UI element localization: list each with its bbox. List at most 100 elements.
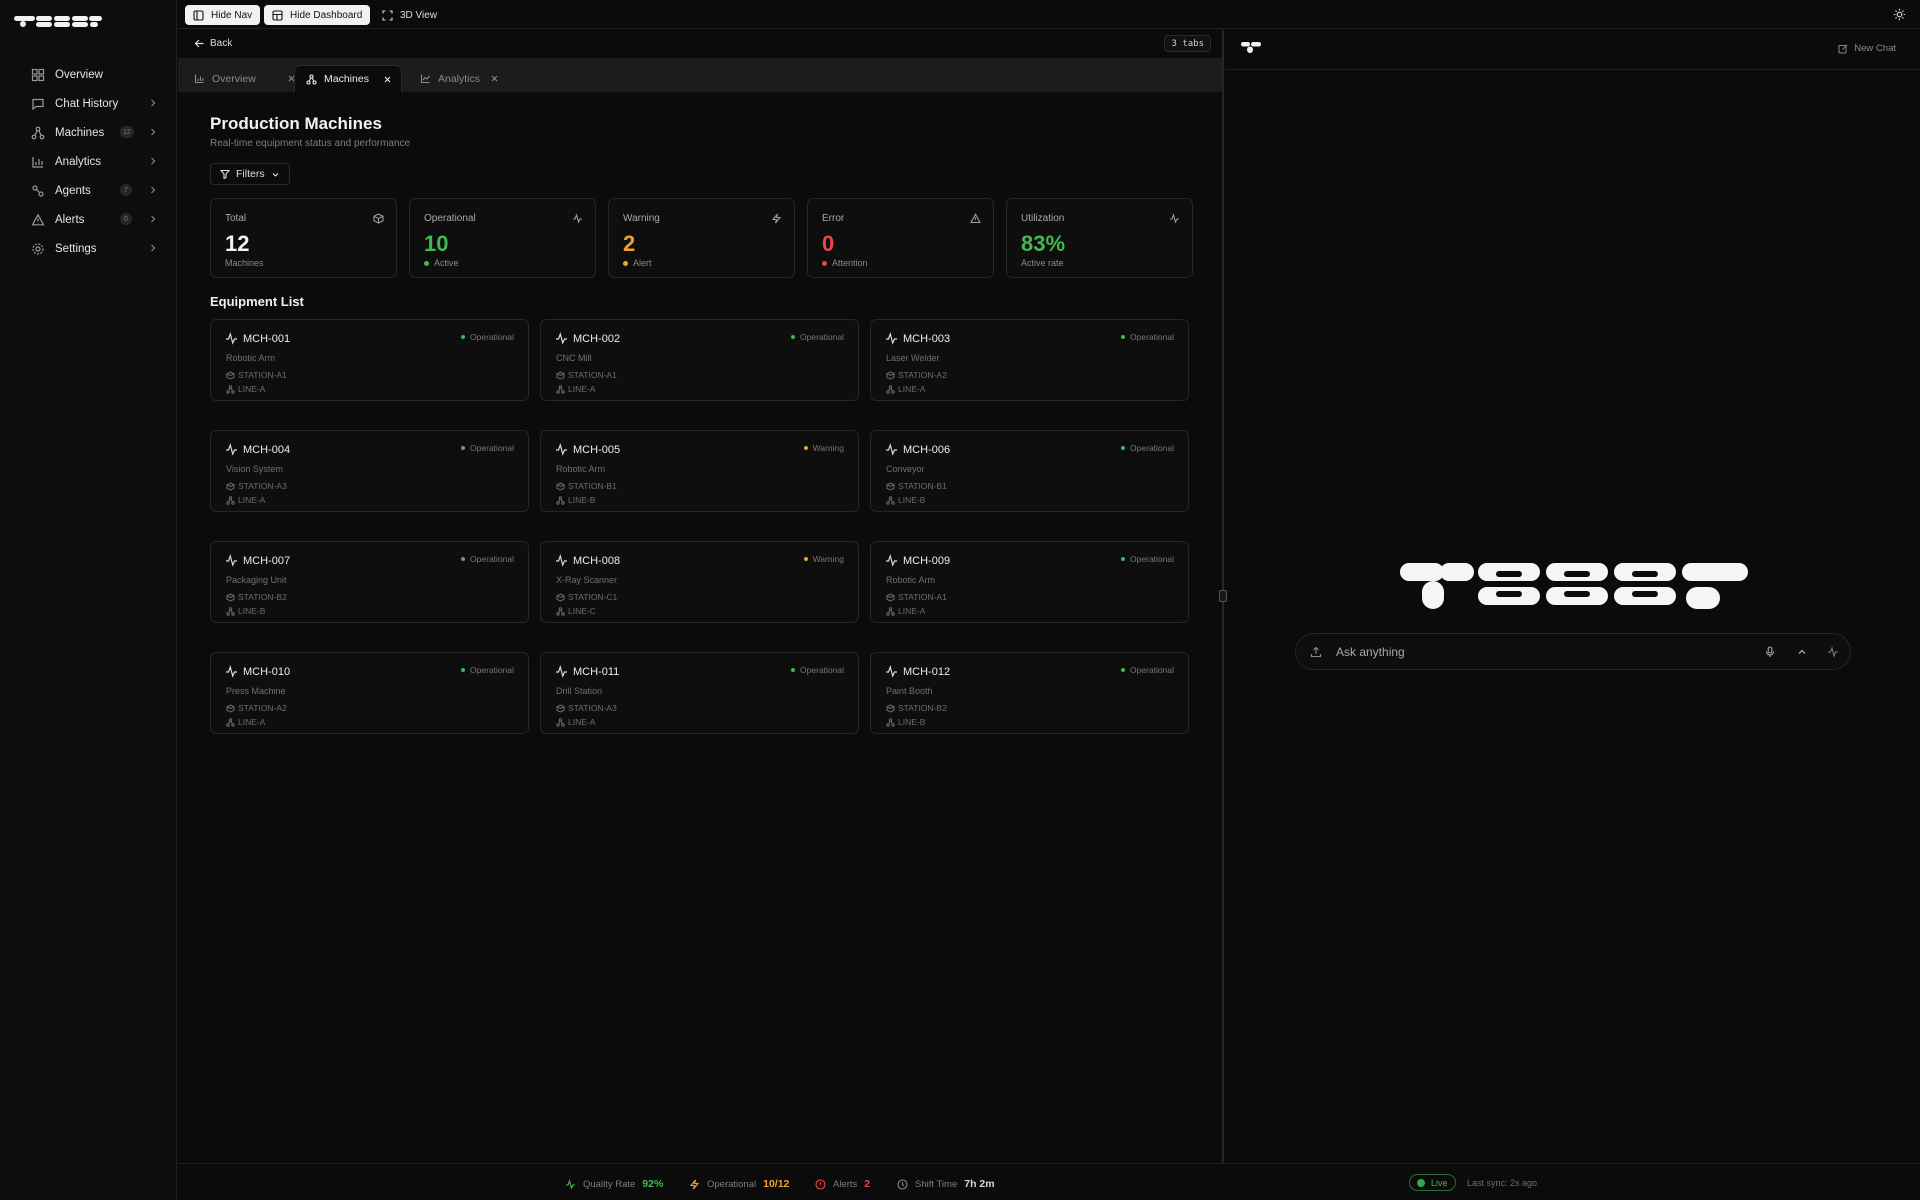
sidebar-item-alerts[interactable]: Alerts 0	[22, 205, 162, 234]
tab-overview[interactable]: Overview	[194, 65, 296, 92]
status-text: Operational	[1130, 332, 1174, 342]
cube-icon	[226, 592, 235, 602]
back-label: Back	[210, 38, 233, 49]
status-badge: Operational	[1121, 332, 1174, 342]
status-badge: Operational	[461, 665, 514, 675]
grid-icon	[31, 68, 45, 81]
machine-station: STATION-A1	[886, 592, 947, 602]
line-text: LINE-A	[568, 384, 596, 394]
station-text: STATION-A2	[238, 703, 287, 713]
brand-logo-large	[1400, 563, 1748, 611]
sidebar-item-machines[interactable]: Machines 12	[22, 118, 162, 147]
station-text: STATION-B2	[238, 592, 287, 602]
back-button[interactable]: Back	[194, 38, 232, 49]
network-icon	[886, 384, 895, 394]
sidebar-nav: Overview Chat History Machines 12 Analyt…	[22, 60, 162, 263]
status-badge: Operational	[1121, 554, 1174, 564]
machine-card[interactable]: MCH-012 Operational Paint Booth STATION-B2 L…	[870, 652, 1189, 734]
machine-id: MCH-007	[243, 555, 291, 567]
upload-icon[interactable]	[1310, 646, 1322, 658]
machine-card[interactable]: MCH-008 Warning X-Ray Scanner STATION-C1 LIN…	[540, 541, 859, 623]
machine-type: Press Machine	[226, 686, 286, 696]
gear-icon	[32, 242, 44, 255]
machine-card[interactable]: MCH-006 Operational Conveyor STATION-B1 LINE…	[870, 430, 1189, 512]
chat-input[interactable]	[1336, 643, 1736, 661]
machine-card[interactable]: MCH-004 Operational Vision System STATION-A…	[210, 430, 529, 512]
close-icon[interactable]	[383, 75, 392, 84]
network-icon	[556, 384, 565, 394]
machine-card[interactable]: MCH-011 Operational Drill Station STATION-A…	[540, 652, 859, 734]
filters-button[interactable]: Filters	[210, 163, 290, 185]
status-text: Operational	[1130, 554, 1174, 564]
live-dot	[1417, 1178, 1425, 1187]
stat-card-total: Total 12 Machines	[210, 198, 397, 278]
machine-id: MCH-009	[903, 555, 951, 567]
network-icon	[226, 606, 235, 616]
status-badge: Operational	[791, 332, 844, 342]
chevron-right-icon	[151, 215, 156, 223]
close-icon[interactable]	[490, 74, 499, 83]
new-chat-button[interactable]: New Chat	[1838, 43, 1896, 54]
cube-icon	[556, 703, 565, 713]
status-dot	[822, 260, 827, 266]
line-chart-icon	[420, 74, 430, 84]
machine-id: MCH-006	[903, 444, 951, 456]
hide-nav-button[interactable]: Hide Nav	[185, 5, 261, 25]
sun-icon[interactable]	[1893, 8, 1906, 21]
stat-value: 83%	[1021, 231, 1066, 256]
station-text: STATION-A3	[568, 703, 617, 713]
cube-icon	[226, 370, 235, 380]
stat-value: 12	[225, 231, 250, 256]
chevron-right-icon	[151, 186, 156, 194]
machine-id: MCH-012	[903, 666, 951, 678]
machine-card[interactable]: MCH-005 Warning Robotic Arm STATION-B1 LINE-…	[540, 430, 859, 512]
top-toolbar: Hide Nav Hide Dashboard 3D View	[178, 0, 1920, 29]
brand-logo[interactable]	[14, 15, 102, 29]
3d-view-button[interactable]: 3D View	[374, 5, 445, 25]
machine-id: MCH-010	[243, 666, 291, 678]
machine-card[interactable]: MCH-009 Operational Robotic Arm STATION-A1 L…	[870, 541, 1189, 623]
machine-card[interactable]: MCH-003 Operational Laser Welder STATION-A2…	[870, 319, 1189, 401]
machine-card[interactable]: MCH-002 Operational CNC Mill STATION-A1 LINE…	[540, 319, 859, 401]
edit-icon	[1838, 44, 1848, 53]
tab-machines[interactable]: Machines	[294, 65, 402, 92]
machine-line: LINE-A	[886, 606, 925, 616]
machine-type: Conveyor	[886, 464, 925, 474]
filters-label: Filters	[236, 168, 265, 180]
network-icon	[886, 717, 895, 727]
sidebar-item-agents[interactable]: Agents 7	[22, 176, 162, 205]
sidebar-item-chat-history[interactable]: Chat History	[22, 89, 162, 118]
chevron-up-icon[interactable]	[1796, 646, 1808, 658]
count-badge: 7	[120, 184, 132, 196]
stat-value: 0	[822, 231, 835, 256]
activity-icon[interactable]	[1827, 646, 1839, 658]
microphone-icon[interactable]	[1764, 646, 1776, 658]
bar-chart-icon	[32, 156, 43, 168]
operational-label: Operational	[707, 1178, 757, 1190]
stat-caption-text: Active	[434, 258, 459, 268]
stat-value: 2	[623, 231, 636, 256]
cube-icon	[556, 592, 565, 602]
machine-station: STATION-B1	[556, 481, 617, 491]
machine-card[interactable]: MCH-001 Operational Robotic Arm STATION-A1 L…	[210, 319, 529, 401]
status-dot	[424, 260, 429, 266]
sidebar-item-settings[interactable]: Settings	[22, 234, 162, 263]
cube-icon	[556, 370, 565, 380]
hide-dashboard-button[interactable]: Hide Dashboard	[264, 5, 371, 25]
stat-card-operational: Operational 10 Active	[409, 198, 596, 278]
stat-caption-text: Alert	[633, 258, 652, 268]
machine-card[interactable]: MCH-007 Operational Packaging Unit STATION-…	[210, 541, 529, 623]
machine-line: LINE-B	[886, 495, 925, 505]
network-icon	[886, 495, 895, 505]
station-text: STATION-B1	[568, 481, 617, 491]
alerts-stat: Alerts 2	[815, 1178, 870, 1190]
filter-icon	[220, 169, 230, 179]
activity-icon	[226, 443, 237, 456]
status-text: Operational	[800, 332, 844, 342]
sidebar-item-overview[interactable]: Overview	[22, 60, 162, 89]
tab-analytics[interactable]: Analytics	[420, 65, 522, 92]
sidebar-item-analytics[interactable]: Analytics	[22, 147, 162, 176]
machine-card[interactable]: MCH-010 Operational Press Machine STATION-A…	[210, 652, 529, 734]
activity-icon	[573, 213, 582, 224]
status-dot	[1121, 557, 1126, 561]
